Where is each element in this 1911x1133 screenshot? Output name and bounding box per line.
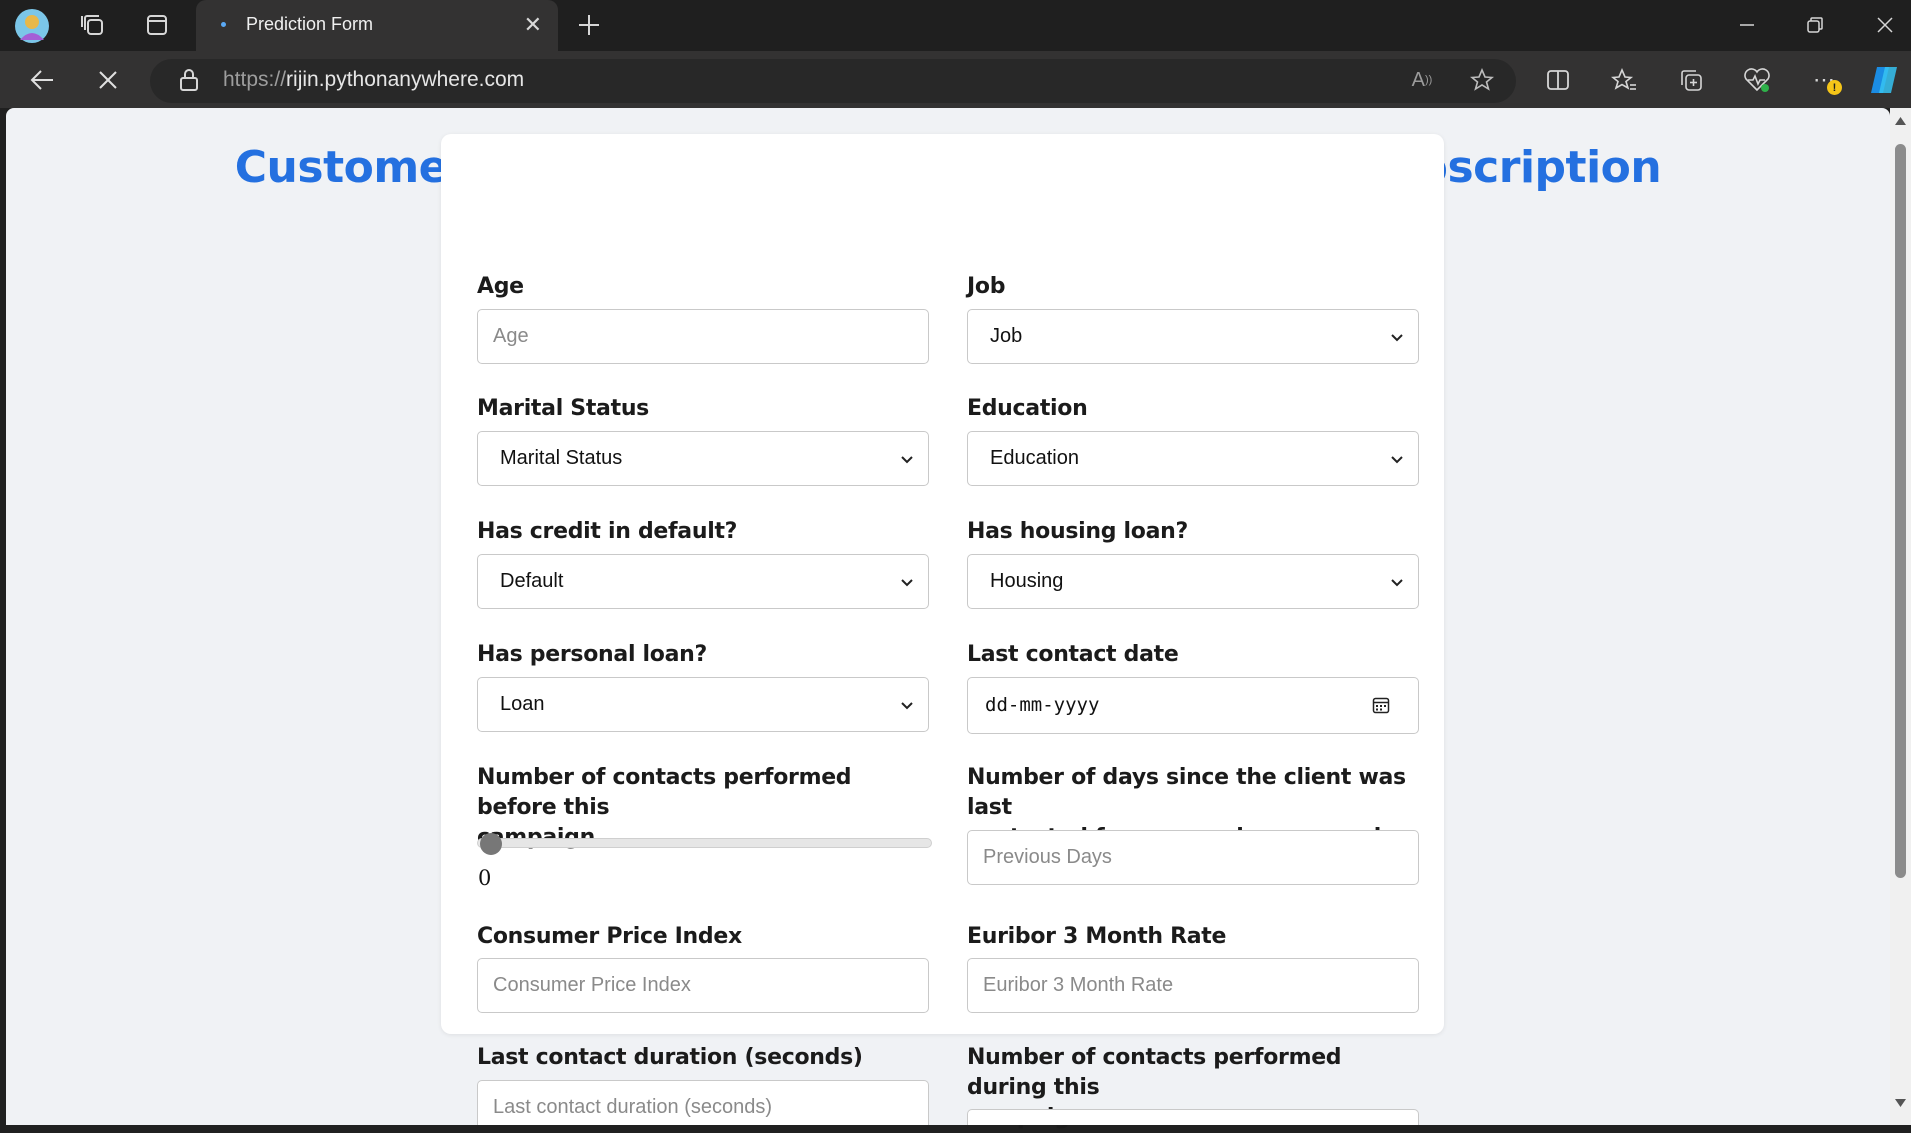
marital-status-label: Marital Status — [477, 396, 649, 421]
new-tab-icon[interactable] — [574, 10, 604, 40]
duration-placeholder: Last contact duration (seconds) — [493, 1096, 773, 1118]
education-select[interactable]: Education — [967, 431, 1419, 486]
campaign-contacts-label-line1: Number of contacts performed during this — [967, 1045, 1342, 1100]
personal-loan-select[interactable]: Loan — [477, 677, 929, 732]
tab-close-icon[interactable]: ✕ — [524, 12, 542, 38]
default-selected-value: Default — [500, 570, 564, 592]
url-host: rijin.pythonanywhere.com — [286, 68, 525, 91]
warning-badge-icon: ! — [1827, 80, 1842, 95]
job-selected-value: Job — [990, 325, 1023, 347]
pdays-placeholder: Previous Days — [983, 846, 1112, 868]
euribor-input[interactable]: Euribor 3 Month Rate — [967, 958, 1419, 1013]
tab-loading-dot-icon — [221, 22, 226, 27]
favorite-star-icon[interactable] — [1466, 64, 1498, 96]
contact-date-input[interactable]: dd-mm-yyyy — [967, 677, 1419, 734]
personal-loan-label: Has personal loan? — [477, 642, 707, 667]
tab-actions-icon[interactable] — [142, 10, 172, 40]
page-scrollbar[interactable] — [1890, 108, 1911, 1125]
contact-date-label: Last contact date — [967, 642, 1179, 667]
calendar-icon[interactable] — [1372, 696, 1390, 714]
copilot-icon[interactable] — [1866, 62, 1902, 98]
cpi-label: Consumer Price Index — [477, 924, 742, 949]
chevron-down-icon — [1391, 334, 1403, 342]
pdays-input[interactable]: Previous Days — [967, 830, 1419, 885]
chevron-down-icon — [901, 702, 913, 710]
housing-select[interactable]: Housing — [967, 554, 1419, 609]
housing-label: Has housing loan? — [967, 519, 1188, 544]
chevron-down-icon — [901, 579, 913, 587]
marital-status-select[interactable]: Marital Status — [477, 431, 929, 486]
cpi-placeholder: Consumer Price Index — [493, 974, 691, 996]
duration-input[interactable]: Last contact duration (seconds) — [477, 1080, 929, 1125]
campaign-contacts-input[interactable] — [967, 1109, 1419, 1125]
scroll-up-arrow-icon[interactable] — [1894, 116, 1907, 126]
split-screen-icon[interactable] — [1542, 64, 1574, 96]
url-text[interactable]: https://rijin.pythonanywhere.com — [223, 68, 524, 92]
duration-label: Last contact duration (seconds) — [477, 1045, 863, 1070]
back-icon[interactable] — [26, 64, 58, 96]
url-scheme: https:// — [223, 68, 287, 91]
education-selected-value: Education — [990, 447, 1079, 469]
housing-selected-value: Housing — [990, 570, 1064, 592]
previous-contacts-slider-handle[interactable] — [480, 833, 502, 855]
minimize-icon[interactable] — [1732, 12, 1762, 38]
stop-loading-icon[interactable] — [92, 64, 124, 96]
job-select[interactable]: Job — [967, 309, 1419, 364]
chevron-down-icon — [901, 456, 913, 464]
read-aloud-icon[interactable]: A)) — [1406, 64, 1438, 96]
collections-icon[interactable] — [1675, 64, 1707, 96]
euribor-label: Euribor 3 Month Rate — [967, 924, 1227, 949]
browser-essentials-icon[interactable] — [1741, 64, 1773, 96]
workspaces-icon[interactable] — [78, 10, 108, 40]
previous-contacts-value: 0 — [478, 866, 492, 890]
job-label: Job — [967, 274, 1006, 299]
browser-tab-strip: Prediction Form ✕ — [0, 0, 1911, 51]
marital-status-selected-value: Marital Status — [500, 447, 623, 469]
favorites-icon[interactable] — [1608, 64, 1640, 96]
pdays-label-line1: Number of days since the client was last — [967, 765, 1406, 820]
chevron-down-icon — [1391, 456, 1403, 464]
contact-date-value: dd-mm-yyyy — [985, 694, 1100, 716]
previous-contacts-label-line1: Number of contacts performed before this — [477, 765, 852, 820]
age-input[interactable]: Age — [477, 309, 929, 364]
personal-loan-selected-value: Loan — [500, 693, 545, 715]
cpi-input[interactable]: Consumer Price Index — [477, 958, 929, 1013]
chevron-down-icon — [1391, 579, 1403, 587]
close-window-icon[interactable] — [1870, 12, 1900, 38]
profile-avatar-icon[interactable] — [14, 8, 50, 44]
restore-icon[interactable] — [1800, 12, 1830, 38]
scrollbar-thumb[interactable] — [1895, 144, 1906, 878]
tab-prediction-form[interactable]: Prediction Form ✕ — [196, 0, 558, 51]
default-label: Has credit in default? — [477, 519, 738, 544]
tab-title: Prediction Form — [246, 14, 374, 34]
lock-icon[interactable] — [176, 66, 202, 94]
age-placeholder: Age — [493, 325, 529, 347]
euribor-placeholder: Euribor 3 Month Rate — [983, 974, 1174, 996]
default-select[interactable]: Default — [477, 554, 929, 609]
age-label: Age — [477, 274, 524, 299]
previous-contacts-slider-track[interactable] — [477, 838, 932, 848]
education-label: Education — [967, 396, 1088, 421]
scroll-down-arrow-icon[interactable] — [1894, 1098, 1907, 1108]
